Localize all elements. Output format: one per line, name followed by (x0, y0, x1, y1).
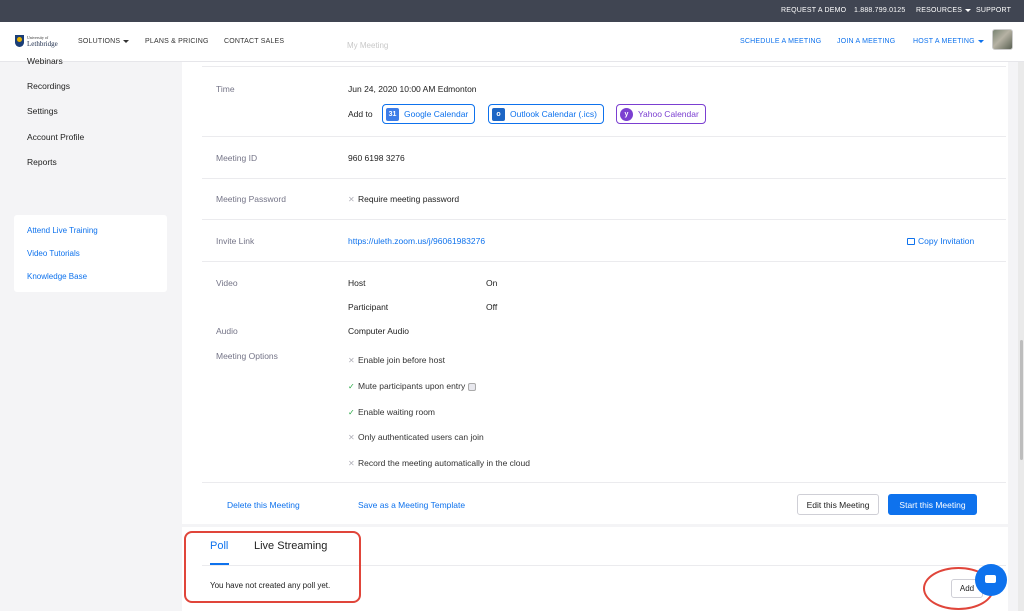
x-icon: ✕ (348, 195, 355, 204)
solutions-label: SOLUTIONS (78, 38, 121, 45)
x-icon: ✕ (348, 433, 355, 442)
outlook-calendar-button[interactable]: o Outlook Calendar (.ics) (488, 104, 604, 124)
start-meeting-button[interactable]: Start this Meeting (888, 494, 977, 515)
help-links-card: Attend Live Training Video Tutorials Kno… (14, 215, 167, 292)
google-calendar-button[interactable]: 31 Google Calendar (382, 104, 476, 124)
chevron-down-icon (123, 39, 130, 43)
yahoo-icon: y (620, 107, 633, 121)
option-auto-record: ✕ Record the meeting automatically in the… (348, 458, 530, 468)
sidebar-item-webinars[interactable]: Webinars (27, 56, 63, 64)
divider (202, 219, 1006, 220)
sidebar-item-settings[interactable]: Settings (27, 106, 58, 116)
knowledge-base-link[interactable]: Knowledge Base (27, 272, 87, 281)
contact-sales-link[interactable]: CONTACT SALES (224, 38, 284, 45)
option-label: Mute participants upon entry (358, 381, 466, 391)
google-calendar-icon: 31 (386, 107, 399, 121)
host-value: On (486, 278, 498, 288)
meeting-options-label: Meeting Options (216, 351, 278, 361)
divider (202, 261, 1006, 262)
resources-label: RESOURCES (916, 7, 963, 14)
plans-pricing-link[interactable]: PLANS & PRICING (145, 38, 209, 45)
avatar[interactable] (992, 29, 1013, 50)
join-meeting-link[interactable]: JOIN A MEETING (837, 38, 895, 45)
option-label: Record the meeting automatically in the … (358, 458, 530, 468)
checkmark-icon: ✓ (348, 382, 355, 391)
yahoo-calendar-label: Yahoo Calendar (638, 109, 699, 119)
participant-value: Off (486, 302, 498, 312)
chat-bubble-icon[interactable] (975, 564, 1007, 596)
resources-menu[interactable]: RESOURCES (916, 7, 972, 14)
request-demo-link[interactable]: REQUEST A DEMO (781, 7, 846, 14)
divider (202, 178, 1006, 179)
copy-invitation-link[interactable]: Copy Invitation (907, 236, 974, 246)
edit-meeting-button[interactable]: Edit this Meeting (797, 494, 879, 515)
schedule-meeting-link[interactable]: SCHEDULE A MEETING (740, 38, 821, 45)
time-label: Time (216, 84, 235, 94)
delete-meeting-link[interactable]: Delete this Meeting (227, 500, 300, 510)
option-label: Enable waiting room (358, 407, 436, 417)
copy-icon (907, 238, 915, 246)
shield-icon (15, 35, 24, 47)
participant-label: Participant (348, 302, 389, 312)
save-template-link[interactable]: Save as a Meeting Template (358, 500, 465, 510)
info-icon[interactable] (468, 382, 477, 391)
divider (202, 66, 1006, 67)
option-label: Only authenticated users can join (358, 432, 484, 442)
time-value: Jun 24, 2020 10:00 AM Edmonton (348, 84, 477, 94)
copy-invitation-label: Copy Invitation (918, 236, 975, 246)
option-waiting-room: ✓ Enable waiting room (348, 407, 435, 417)
support-link[interactable]: SUPPORT (976, 7, 1011, 14)
option-join-before-host: ✕ Enable join before host (348, 355, 445, 365)
main-nav: University of Lethbridge SOLUTIONS PLANS… (0, 22, 1024, 62)
password-option: ✕ Require meeting password (348, 194, 459, 204)
google-calendar-label: Google Calendar (404, 109, 469, 119)
host-label: Host (348, 278, 366, 288)
x-icon: ✕ (348, 459, 355, 468)
scrollbar-track[interactable] (1018, 62, 1024, 611)
host-meeting-label: HOST A MEETING (913, 38, 975, 45)
meeting-id-value: 960 6198 3276 (348, 153, 405, 163)
sidebar-item-reports[interactable]: Reports (27, 157, 57, 167)
chevron-down-icon (977, 39, 984, 43)
option-authenticated-only: ✕ Only authenticated users can join (348, 432, 484, 442)
chevron-down-icon (965, 8, 972, 12)
divider (202, 136, 1006, 137)
university-logo[interactable]: University of Lethbridge (15, 34, 58, 50)
scrollbar-thumb[interactable] (1020, 340, 1023, 460)
sidebar-item-recordings[interactable]: Recordings (27, 81, 70, 91)
video-tutorials-link[interactable]: Video Tutorials (27, 249, 80, 258)
video-label: Video (216, 278, 238, 288)
option-label: Enable join before host (358, 355, 445, 365)
logo-line2: Lethbridge (27, 40, 58, 48)
add-to-label: Add to (348, 109, 373, 119)
meeting-id-label: Meeting ID (216, 153, 258, 163)
x-icon: ✕ (348, 356, 355, 365)
top-bar: REQUEST A DEMO 1.888.799.0125 RESOURCES … (0, 0, 1024, 22)
annotation-highlight-rectangle (184, 531, 361, 603)
outlook-icon: o (492, 107, 505, 121)
sidebar-item-account-profile[interactable]: Account Profile (27, 132, 84, 142)
yahoo-calendar-button[interactable]: y Yahoo Calendar (616, 104, 706, 124)
audio-label: Audio (216, 326, 238, 336)
outlook-calendar-label: Outlook Calendar (.ics) (510, 109, 597, 119)
meeting-password-label: Meeting Password (216, 194, 286, 204)
password-value: Require meeting password (358, 194, 460, 204)
audio-value: Computer Audio (348, 326, 409, 336)
solutions-menu[interactable]: SOLUTIONS (78, 38, 130, 45)
option-mute-on-entry: ✓ Mute participants upon entry (348, 381, 477, 391)
phone-link[interactable]: 1.888.799.0125 (854, 7, 905, 14)
checkmark-icon: ✓ (348, 408, 355, 417)
meeting-details-card: Time Jun 24, 2020 10:00 AM Edmonton Add … (182, 62, 1008, 524)
attend-live-training-link[interactable]: Attend Live Training (27, 226, 98, 235)
host-meeting-menu[interactable]: HOST A MEETING (913, 38, 984, 45)
divider (202, 482, 1006, 483)
ghost-page-title: My Meeting (347, 41, 389, 50)
invite-link-url[interactable]: https://uleth.zoom.us/j/96061983276 (348, 236, 485, 246)
invite-link-label: Invite Link (216, 236, 255, 246)
